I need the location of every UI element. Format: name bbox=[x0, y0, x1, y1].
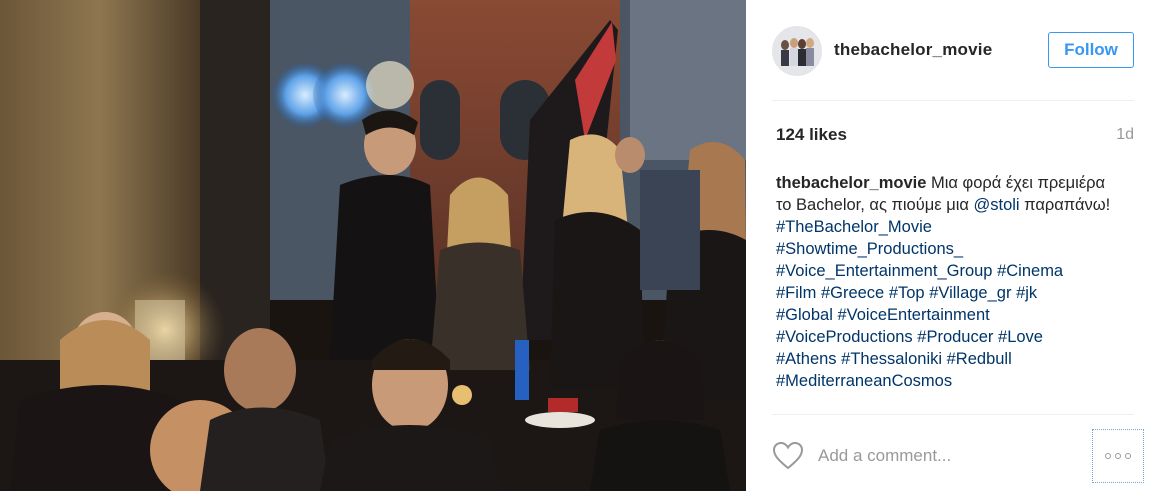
hashtag[interactable]: #Redbull bbox=[947, 350, 1012, 368]
avatar[interactable] bbox=[772, 26, 822, 76]
hashtag[interactable]: #Thessaloniki bbox=[841, 350, 942, 368]
caption-username[interactable]: thebachelor_movie bbox=[776, 174, 926, 192]
hashtag[interactable]: #Athens bbox=[776, 350, 837, 368]
heart-icon[interactable] bbox=[772, 441, 804, 471]
hashtag[interactable]: #Producer bbox=[917, 328, 993, 346]
likes-count[interactable]: 124 likes bbox=[776, 125, 847, 145]
more-options-icon bbox=[1125, 453, 1131, 459]
hashtag[interactable]: #jk bbox=[1016, 284, 1037, 302]
hashtag[interactable]: #Voice_Entertainment_Group bbox=[776, 262, 992, 280]
username[interactable]: thebachelor_movie bbox=[834, 40, 992, 60]
post-photo[interactable] bbox=[0, 0, 746, 491]
caption: thebachelor_movie Μια φορά έχει πρεμιέρα… bbox=[776, 172, 1122, 415]
hashtag[interactable]: #TheBachelor_Movie bbox=[776, 218, 932, 236]
hashtag[interactable]: #VoiceProductions bbox=[776, 328, 913, 346]
more-options-icon bbox=[1105, 453, 1111, 459]
divider bbox=[772, 414, 1134, 415]
hashtag[interactable]: #VoiceEntertainment bbox=[837, 306, 989, 324]
hashtag[interactable]: #Greece bbox=[821, 284, 884, 302]
hashtag[interactable]: #Film bbox=[776, 284, 816, 302]
hashtag[interactable]: #MediterraneanCosmos bbox=[776, 372, 952, 390]
hashtag[interactable]: #Love bbox=[998, 328, 1043, 346]
hashtag[interactable]: #Showtime_Productions_ bbox=[776, 240, 963, 258]
post-header: thebachelor_movie Follow bbox=[772, 0, 1134, 101]
hashtag[interactable]: #Top bbox=[889, 284, 925, 302]
hashtag[interactable]: #Global bbox=[776, 306, 833, 324]
post-time[interactable]: 1d bbox=[1116, 126, 1134, 144]
post-sidebar: thebachelor_movie Follow 124 likes 1d th… bbox=[746, 0, 1154, 491]
follow-button[interactable]: Follow bbox=[1048, 32, 1134, 68]
comment-input[interactable] bbox=[818, 440, 1078, 472]
party-photo-illustration bbox=[0, 0, 746, 491]
caption-mention[interactable]: @stoli bbox=[974, 196, 1020, 214]
hashtag[interactable]: #Cinema bbox=[997, 262, 1063, 280]
hashtag[interactable]: #Village_gr bbox=[929, 284, 1011, 302]
more-options-icon bbox=[1115, 453, 1121, 459]
more-options-button[interactable] bbox=[1092, 429, 1144, 483]
caption-text-end: παραπάνω! bbox=[1019, 196, 1111, 214]
